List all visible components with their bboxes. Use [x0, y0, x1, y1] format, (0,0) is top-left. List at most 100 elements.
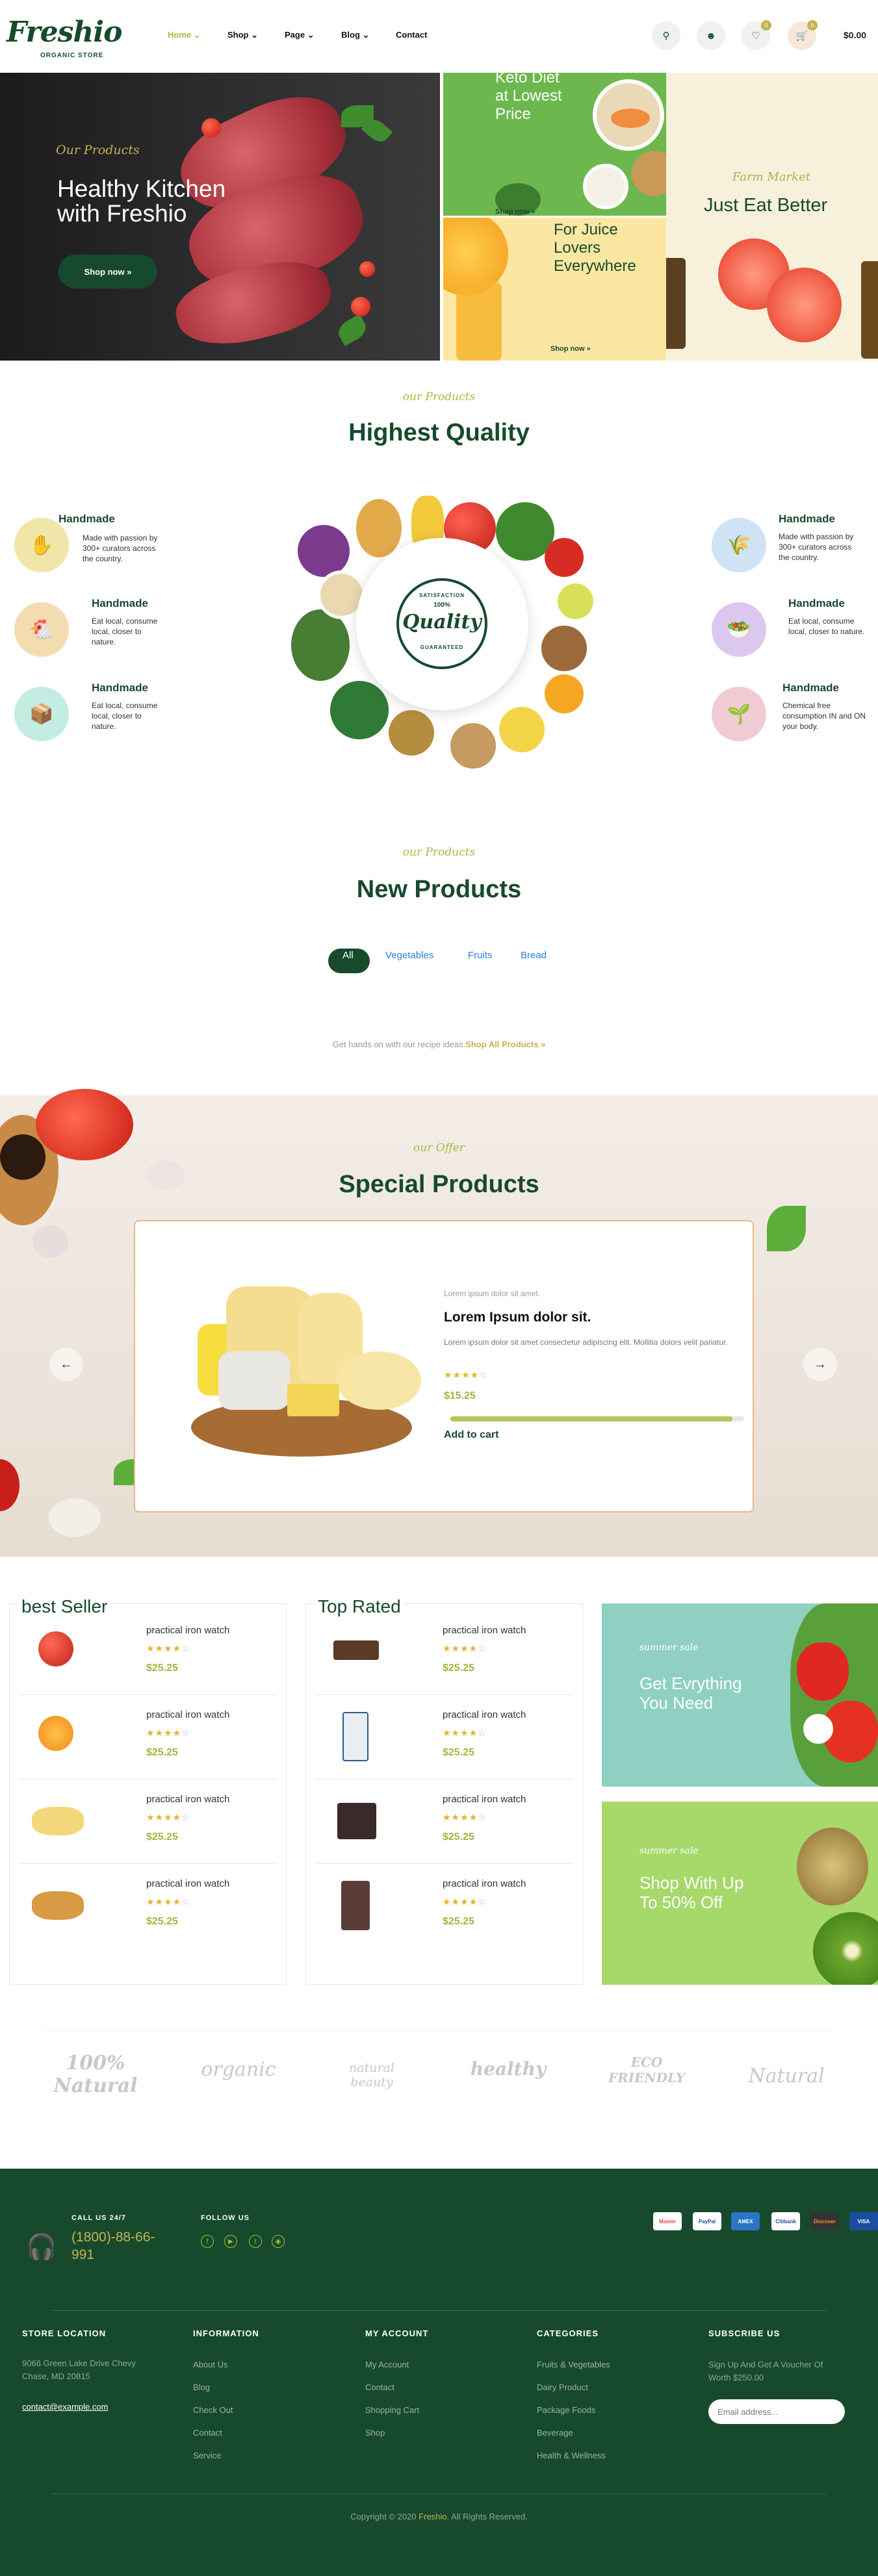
instagram-icon[interactable]: ◉ — [272, 2235, 285, 2248]
list-item[interactable]: practical iron watch ★★★★☆ $25.25 — [19, 1779, 276, 1864]
list-item[interactable]: practical iron watch ★★★★☆ $25.25 — [315, 1695, 573, 1779]
item-name[interactable]: practical iron watch — [146, 1709, 229, 1720]
quality-script: our Products — [402, 390, 476, 403]
hands-icon: ✋ — [14, 518, 69, 572]
footer-link[interactable]: Health & Wellness — [537, 2451, 606, 2460]
list-item[interactable]: practical iron watch ★★★★☆ $25.25 — [315, 1779, 573, 1864]
footer-link[interactable]: Shop — [365, 2428, 385, 2438]
item-name[interactable]: practical iron watch — [443, 1794, 526, 1805]
phone-number[interactable]: (1800)-88-66- 991 — [71, 2228, 155, 2264]
herbs-image — [291, 609, 350, 681]
follow-label: FOLLOW US — [201, 2214, 250, 2222]
footer-link[interactable]: Dairy Product — [537, 2382, 588, 2392]
beans-bowl-image — [538, 622, 590, 674]
footer-link[interactable]: Package Foods — [537, 2405, 595, 2415]
brand-logo-100-natural[interactable]: 100% Natural — [53, 2052, 138, 2097]
paypal-icon: PayPal — [693, 2212, 721, 2230]
youtube-icon[interactable]: ▶ — [224, 2235, 237, 2248]
footer-link[interactable]: Beverage — [537, 2428, 573, 2438]
footer-link[interactable]: About Us — [193, 2360, 227, 2369]
site-header: Freshio ORGANIC STORE Home ⌄ Shop ⌄ Page… — [0, 0, 878, 73]
apple-image — [25, 1625, 90, 1677]
footer-link[interactable]: Contact — [365, 2382, 394, 2392]
product-name[interactable]: Lorem Ipsum dolor sit. — [444, 1310, 591, 1325]
heart-icon[interactable]: ♡ 0 — [742, 20, 771, 50]
brand-logo-natural-beauty[interactable]: natural beauty — [333, 2061, 411, 2089]
feature-title: Handmade — [788, 597, 845, 609]
kiwi-image — [389, 710, 434, 756]
rating-stars: ★★★★☆ — [443, 1643, 487, 1653]
promo-title: Shop With Up To 50% Off — [639, 1873, 744, 1912]
hero-shop-button[interactable]: Shop now » — [58, 255, 157, 288]
list-item[interactable]: practical iron watch ★★★★☆ $25.25 — [315, 1611, 573, 1695]
flower-image — [803, 1714, 833, 1744]
footer-link[interactable]: Blog — [193, 2382, 210, 2392]
cheese-cubes-image — [287, 1384, 339, 1416]
list-item[interactable]: practical iron watch ★★★★☆ $25.25 — [19, 1864, 276, 1948]
brand-logo-organic[interactable]: organic — [196, 2058, 281, 2081]
footer-link[interactable]: Shopping Cart — [365, 2405, 419, 2415]
shop-all-products-link[interactable]: Shop All Products » — [465, 1039, 545, 1049]
list-item[interactable]: practical iron watch ★★★★☆ $25.25 — [19, 1611, 276, 1695]
filter-bread[interactable]: Bread — [521, 950, 547, 961]
item-name[interactable]: practical iron watch — [146, 1794, 229, 1805]
special-title: Special Products — [339, 1171, 539, 1198]
hero-tile-keto[interactable]: Keto Diet at Lowest Price Shop now » — [443, 73, 666, 216]
list-item[interactable]: practical iron watch ★★★★☆ $25.25 — [19, 1695, 276, 1779]
carousel-prev-arrow[interactable]: ← — [49, 1347, 83, 1381]
promo-banner-everything[interactable]: summer sale Get Evrything You Need — [602, 1603, 878, 1787]
user-icon[interactable]: ☻ — [697, 21, 725, 50]
item-name[interactable]: practical iron watch — [146, 1625, 229, 1636]
footer-col-head: CATEGORIES — [537, 2328, 599, 2338]
carousel-next-arrow[interactable]: → — [803, 1347, 837, 1381]
footer-link[interactable]: Check Out — [193, 2405, 233, 2415]
email-subscribe-input[interactable] — [708, 2399, 845, 2424]
nav-blog[interactable]: Blog ⌄ — [341, 30, 369, 40]
nav-page[interactable]: Page ⌄ — [285, 30, 315, 40]
item-name[interactable]: practical iron watch — [443, 1709, 526, 1720]
logo[interactable]: Freshio — [6, 16, 122, 49]
address-line: 9066 Green Lake Drive Chevy — [22, 2358, 136, 2368]
brand-logo-eco-friendly[interactable]: ECO FRIENDLY — [604, 2054, 689, 2085]
add-to-cart-button[interactable]: Add to cart — [444, 1429, 498, 1441]
brand-logo-natural[interactable]: Natural — [741, 2065, 832, 2087]
nav-home[interactable]: Home ⌄ — [168, 30, 201, 40]
garlic-image — [32, 1225, 68, 1258]
filter-vegetables[interactable]: Vegetables — [385, 950, 433, 961]
footer-link[interactable]: My Account — [365, 2360, 409, 2369]
email-link[interactable]: contact@example.com — [22, 2402, 108, 2412]
special-product-card[interactable]: Lorem ipsum dolor sit amet. Lorem Ipsum … — [134, 1220, 754, 1512]
item-name[interactable]: practical iron watch — [443, 1625, 526, 1636]
juice-shop-link[interactable]: Shop now » — [550, 345, 591, 353]
footer-link[interactable]: Fruits & Vegetables — [537, 2360, 610, 2369]
brand-logo-healthy[interactable]: healthy — [469, 2058, 547, 2080]
strawberry-image — [797, 1642, 849, 1701]
bottle-image — [861, 261, 878, 359]
citibank-icon: Citibank — [771, 2212, 800, 2230]
nav-contact[interactable]: Contact — [396, 30, 427, 40]
twitter-icon[interactable]: t — [249, 2235, 262, 2248]
search-icon[interactable]: ⚲ — [652, 21, 680, 50]
item-name[interactable]: practical iron watch — [443, 1878, 526, 1889]
filter-all-label[interactable]: All — [342, 950, 354, 961]
copyright-brand-link[interactable]: Freshio — [419, 2512, 446, 2521]
promo-banner-50-off[interactable]: summer sale Shop With Up To 50% Off — [602, 1802, 878, 1985]
chickpeas-bowl-image — [447, 720, 499, 772]
keto-title: Keto Diet at Lowest Price — [495, 73, 562, 123]
footer-link[interactable]: Service — [193, 2451, 221, 2460]
hero-tile-juice[interactable]: For Juice Lovers Everywhere Shop now » — [443, 218, 666, 361]
feature-text: Made with passion by 300+ curators acros… — [779, 532, 854, 562]
filter-fruits[interactable]: Fruits — [468, 950, 493, 961]
tomato-image — [0, 1459, 19, 1511]
bowl-image — [583, 164, 628, 209]
keto-shop-link[interactable]: Shop now » — [495, 208, 536, 216]
cart-total[interactable]: $0.00 — [844, 30, 866, 40]
list-item[interactable]: practical iron watch ★★★★☆ $25.25 — [315, 1864, 573, 1948]
footer-link[interactable]: Contact — [193, 2428, 222, 2438]
nav-shop[interactable]: Shop ⌄ — [227, 30, 258, 40]
cart-icon[interactable]: 🛒 0 — [788, 20, 818, 50]
item-name[interactable]: practical iron watch — [146, 1878, 229, 1889]
hero-tile-farm[interactable]: Farm Market Just Eat Better — [666, 73, 878, 361]
product-description: Lorem ipsum dolor sit amet consectetur a… — [444, 1338, 728, 1347]
facebook-icon[interactable]: f — [201, 2235, 214, 2248]
